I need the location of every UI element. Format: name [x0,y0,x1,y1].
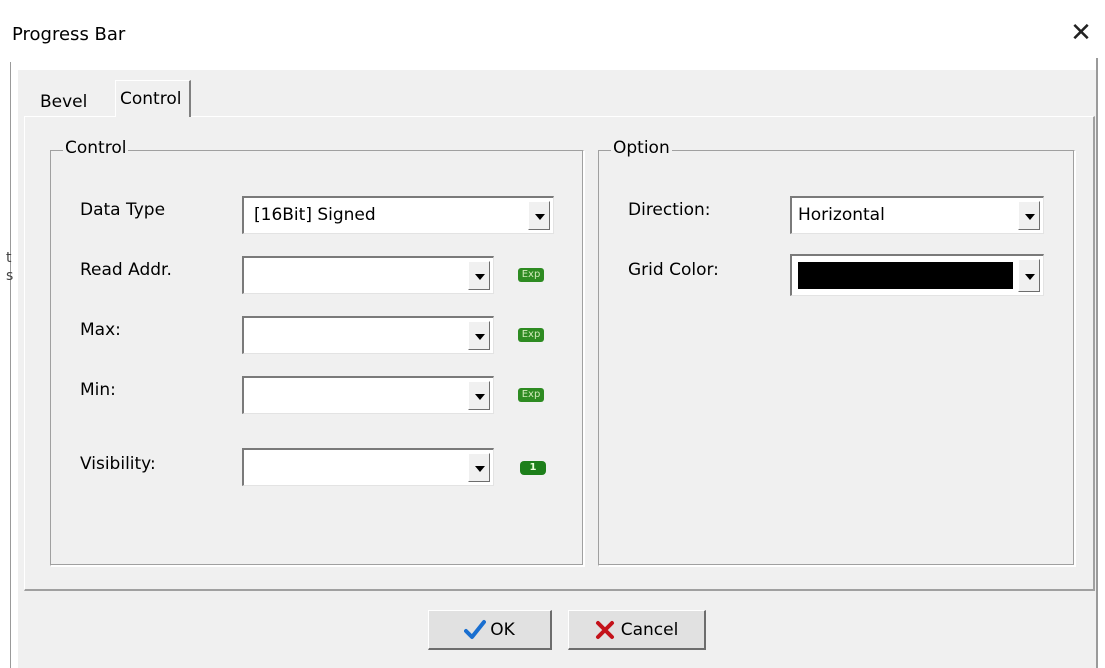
read-addr-combo[interactable] [242,256,494,294]
chevron-down-icon [1025,273,1035,280]
direction-select[interactable]: Horizontal [790,196,1044,234]
chevron-down-icon [475,273,485,280]
chevron-down-icon [475,465,485,472]
visibility-dropdown-button[interactable] [468,453,490,482]
close-icon[interactable]: ✕ [1068,18,1094,48]
chevron-down-icon [475,393,485,400]
grid-color-dropdown-button[interactable] [1018,259,1040,292]
data-type-value: [16Bit] Signed [254,205,376,225]
visibility-combo[interactable] [242,448,494,486]
max-label: Max: [80,320,121,340]
direction-label: Direction: [628,200,711,220]
expression-icon[interactable]: Exp [518,328,544,342]
chevron-down-icon [475,333,485,340]
window-title: Progress Bar [12,24,126,45]
expression-icon[interactable]: Exp [518,388,544,402]
data-type-label: Data Type [80,200,166,220]
direction-value: Horizontal [798,205,885,225]
x-icon [595,621,614,639]
one-icon[interactable]: 1 [520,461,546,475]
chevron-down-icon [535,213,545,220]
read-addr-label: Read Addr. [80,260,172,280]
data-type-select[interactable]: [16Bit] Signed [242,196,554,234]
window-border-left [10,62,11,668]
visibility-label: Visibility: [80,454,156,474]
grid-color-select[interactable] [790,254,1044,296]
min-dropdown-button[interactable] [468,381,490,410]
direction-dropdown-button[interactable] [1018,201,1040,230]
ok-label: OK [490,620,515,640]
stray-glyph: t [6,250,12,266]
stray-glyph: s [6,268,14,284]
control-group-legend: Control [63,138,129,158]
tab-bevel[interactable]: Bevel [34,88,94,116]
min-label: Min: [80,380,116,400]
cancel-label: Cancel [620,620,679,640]
expression-icon[interactable]: Exp [518,268,544,282]
grid-color-swatch [798,262,1013,289]
window-border-right [1096,58,1098,668]
max-combo[interactable] [242,316,494,354]
chevron-down-icon [1025,213,1035,220]
data-type-dropdown-button[interactable] [528,201,550,230]
read-addr-dropdown-button[interactable] [468,261,490,290]
max-dropdown-button[interactable] [468,321,490,350]
option-group-legend: Option [611,138,672,158]
cancel-button[interactable]: Cancel [568,610,706,650]
check-icon [464,620,487,639]
ok-button[interactable]: OK [428,610,552,650]
tab-control[interactable]: Control [115,80,192,117]
grid-color-label: Grid Color: [628,260,719,280]
min-combo[interactable] [242,376,494,414]
